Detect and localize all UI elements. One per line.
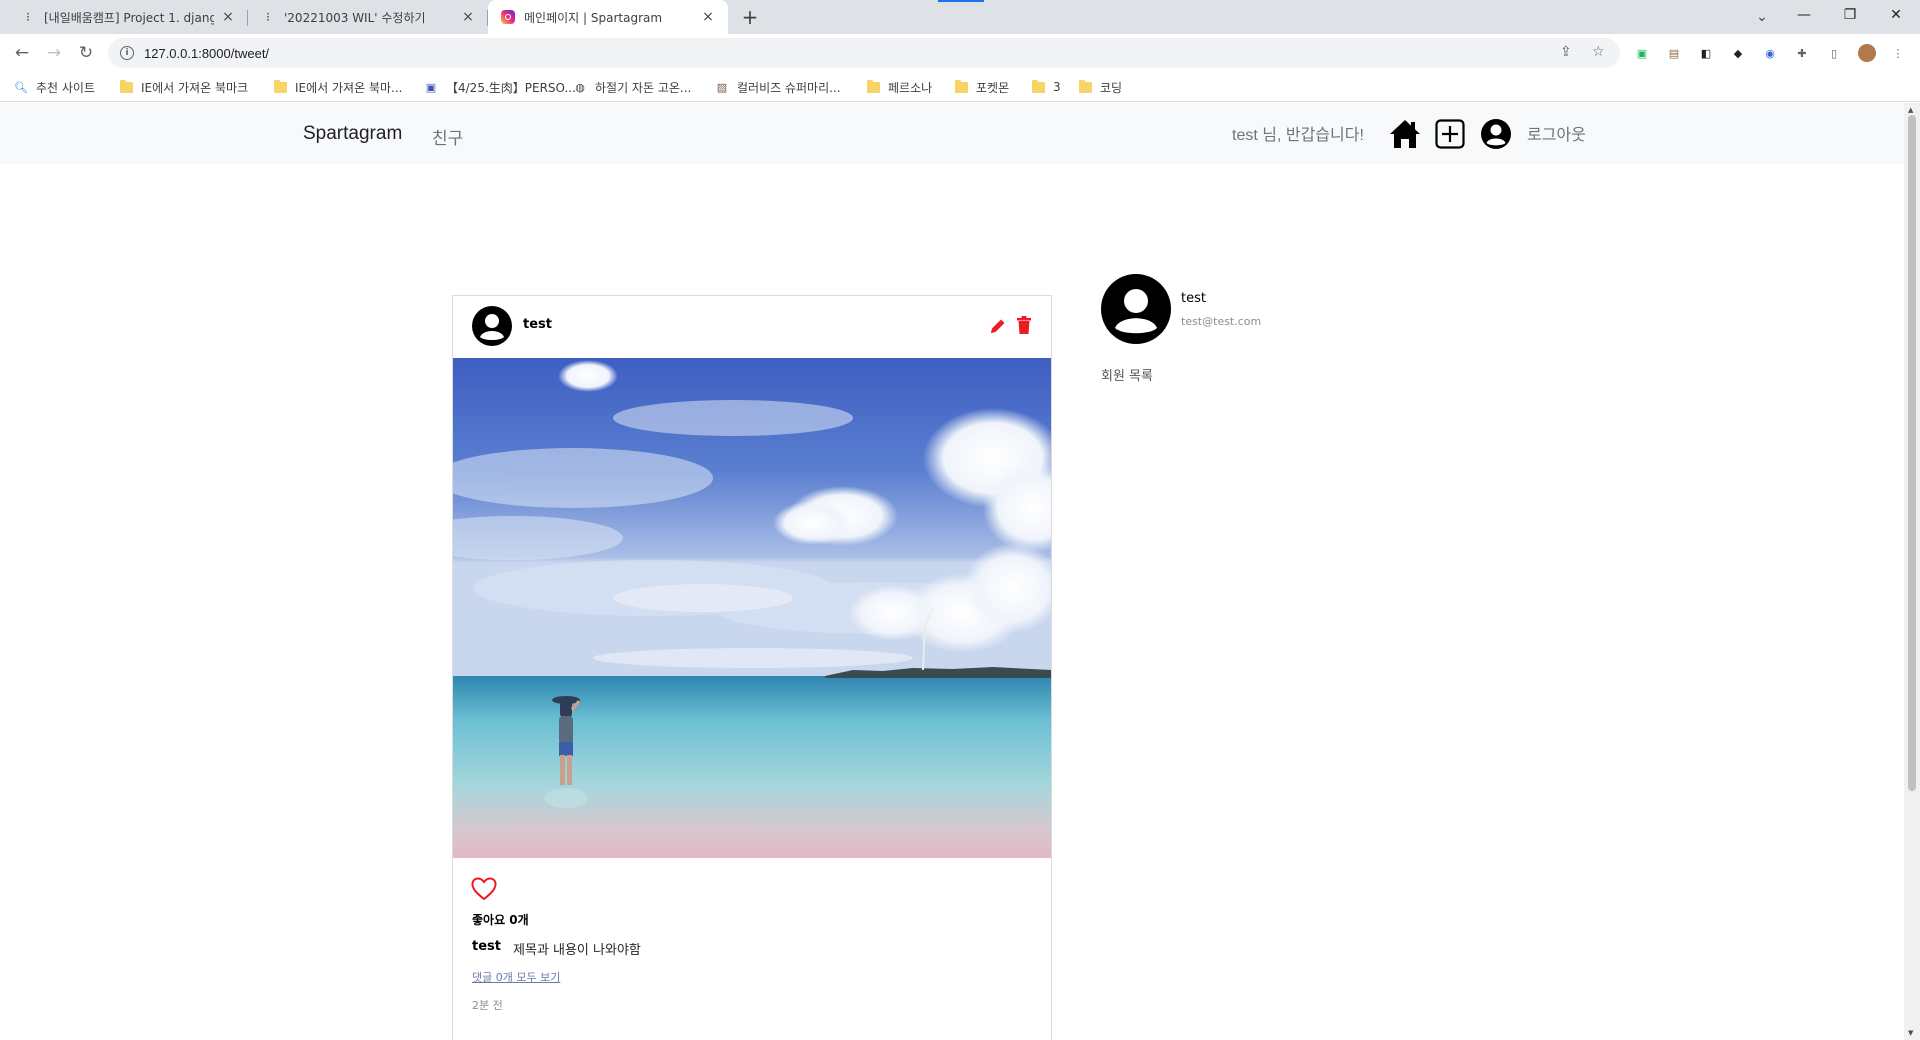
minimize-icon[interactable]: — <box>1781 0 1827 30</box>
avatar[interactable] <box>1101 274 1171 344</box>
calendar-icon: ▣ <box>425 80 437 94</box>
bookmark-label: 3 <box>1053 80 1061 94</box>
browser-toolbar: ← → ↻ i 127.0.0.1:8000/tweet/ ⇪ ☆ ▣ ▤ ◧ … <box>0 34 1920 72</box>
extensions-puzzle-icon[interactable]: ✚ <box>1794 45 1810 61</box>
bookmark-label: 포켓몬 <box>976 80 1010 95</box>
extension-image-icon[interactable]: ▤ <box>1666 45 1682 61</box>
search-icon: 🔍︎ <box>14 80 28 94</box>
reload-icon[interactable]: ↻ <box>72 39 100 67</box>
bookmark-label: IE에서 가져온 북마... <box>295 80 403 95</box>
extension-blue-icon[interactable]: ◉ <box>1762 45 1778 61</box>
post-card: test 좋아요 0개 test 제목과 내용이 나와야함 댓글 0개 모두 보… <box>452 295 1052 1040</box>
url-text[interactable]: 127.0.0.1:8000/tweet/ <box>144 46 269 61</box>
tab-search-icon[interactable]: ⌄ <box>1750 5 1774 29</box>
bookmark-item[interactable]: 페르소나 <box>866 78 932 96</box>
like-count: 좋아요 0개 <box>472 913 529 927</box>
tab-2[interactable]: ⁝ '20221003 WIL' 수정하기 × <box>248 0 488 34</box>
heart-icon[interactable] <box>471 877 497 901</box>
folder-icon <box>866 79 880 94</box>
extension-green-icon[interactable]: ▣ <box>1634 45 1650 61</box>
extension-cat-icon[interactable]: ◆ <box>1730 45 1746 61</box>
back-icon[interactable]: ← <box>8 39 36 67</box>
menu-icon[interactable]: ⋮ <box>1890 45 1906 61</box>
window-close-icon[interactable]: ✕ <box>1873 0 1919 30</box>
tab-3[interactable]: 메인페이지 | Spartagram × <box>488 0 728 34</box>
bookmark-item[interactable]: IE에서 가져온 북마크 <box>119 78 248 96</box>
scrollbar-thumb[interactable] <box>1908 115 1916 791</box>
bookmarks-bar: 🔍︎ 추천 사이트 IE에서 가져온 북마크 IE에서 가져온 북마... ▣ … <box>0 72 1920 102</box>
folder-icon <box>273 79 287 94</box>
side-panel-icon[interactable]: ▯ <box>1826 45 1842 61</box>
tab-indicator <box>938 0 984 2</box>
add-post-icon[interactable] <box>1434 118 1466 150</box>
extension-dark-icon[interactable]: ◧ <box>1698 45 1714 61</box>
bookmark-label: 컬러비즈 슈퍼마리... <box>737 80 841 95</box>
new-tab-button[interactable]: + <box>738 5 762 29</box>
folder-icon <box>1031 79 1045 94</box>
scroll-up-icon[interactable]: ▲ <box>1908 106 1913 114</box>
bookmark-label: 코딩 <box>1100 80 1123 95</box>
post-header: test <box>453 296 1051 358</box>
folder-icon <box>954 79 968 94</box>
home-icon[interactable] <box>1389 118 1421 150</box>
member-list-title: 회원 목록 <box>1101 369 1153 384</box>
tab-title: '20221003 WIL' 수정하기 <box>284 10 426 25</box>
caption-author[interactable]: test <box>472 939 501 954</box>
post-image <box>453 358 1051 858</box>
share-icon[interactable]: ⇪ <box>1560 44 1572 60</box>
sidebar-email: test@test.com <box>1181 315 1262 328</box>
view-comments-link[interactable]: 댓글 0개 모두 보기 <box>472 969 560 985</box>
bookmark-item[interactable]: ◍ 하절기 자돈 고온... <box>573 78 691 96</box>
notion-icon: ⁝ <box>26 10 30 24</box>
scroll-down-icon[interactable]: ▼ <box>1908 1029 1913 1037</box>
tab-title: 메인페이지 | Spartagram <box>524 10 663 25</box>
post-timestamp: 2분 전 <box>472 999 503 1012</box>
bookmark-label: 하절기 자돈 고온... <box>595 80 692 95</box>
sidebar-username[interactable]: test <box>1181 291 1206 306</box>
friends-link[interactable]: 친구 <box>432 124 463 149</box>
notion-icon: ⁝ <box>266 10 270 24</box>
globe-icon: ◍ <box>575 80 585 94</box>
close-icon[interactable]: × <box>700 9 716 25</box>
profile-icon[interactable] <box>1480 118 1512 150</box>
close-icon[interactable]: × <box>220 9 236 25</box>
trash-icon[interactable] <box>1016 316 1032 334</box>
site-navbar: Spartagram 친구 test 님, 반갑습니다! 로그아웃 <box>0 103 1904 164</box>
bookmark-label: 페르소나 <box>888 80 933 95</box>
bookmark-item[interactable]: ▣ 【4/25.生肉】PERSO... <box>424 78 576 96</box>
bookmark-item[interactable]: 3 <box>1031 78 1061 96</box>
bookmark-label: 【4/25.生肉】PERSO... <box>446 80 576 95</box>
scrollbar[interactable]: ▲ ▼ <box>1904 103 1920 1040</box>
greeting-text: test 님, 반갑습니다! <box>1232 127 1364 144</box>
brand-link[interactable]: Spartagram <box>303 123 402 145</box>
forward-icon[interactable]: → <box>40 39 68 67</box>
tab-title: [내일배움캠프] Project 1. django <box>44 10 214 25</box>
bookmark-star-icon[interactable]: ☆ <box>1592 44 1605 60</box>
image-icon: ▨ <box>716 80 728 94</box>
site-info-icon[interactable]: i <box>120 46 134 60</box>
bookmark-item[interactable]: IE에서 가져온 북마... <box>273 78 402 96</box>
post-author[interactable]: test <box>523 317 552 332</box>
address-bar[interactable]: i 127.0.0.1:8000/tweet/ ⇪ ☆ <box>108 38 1620 68</box>
bookmark-item[interactable]: 코딩 <box>1078 78 1122 96</box>
avatar[interactable] <box>472 306 512 346</box>
edit-icon[interactable] <box>989 317 1007 335</box>
bookmark-label: IE에서 가져온 북마크 <box>141 80 249 95</box>
bookmark-item[interactable]: ▨ 컬러비즈 슈퍼마리... <box>715 78 841 96</box>
bookmark-item[interactable]: 포켓몬 <box>954 78 1009 96</box>
tab-1[interactable]: ⁝ [내일배움캠프] Project 1. django × <box>8 0 248 34</box>
instagram-icon <box>500 9 516 25</box>
close-icon[interactable]: × <box>460 9 476 25</box>
folder-icon <box>1078 79 1092 94</box>
caption-text: 제목과 내용이 나와야함 <box>513 943 641 958</box>
page-viewport: Spartagram 친구 test 님, 반갑습니다! 로그아웃 test 좋… <box>0 103 1904 1040</box>
folder-icon <box>119 79 133 94</box>
profile-avatar-icon[interactable] <box>1858 44 1876 62</box>
restore-icon[interactable]: ❐ <box>1827 0 1873 30</box>
logout-link[interactable]: 로그아웃 <box>1527 121 1586 145</box>
bookmark-label: 추천 사이트 <box>36 80 96 95</box>
tab-strip: ⁝ [내일배움캠프] Project 1. django × ⁝ '202210… <box>0 0 1920 34</box>
bookmark-item[interactable]: 🔍︎ 추천 사이트 <box>14 78 95 96</box>
